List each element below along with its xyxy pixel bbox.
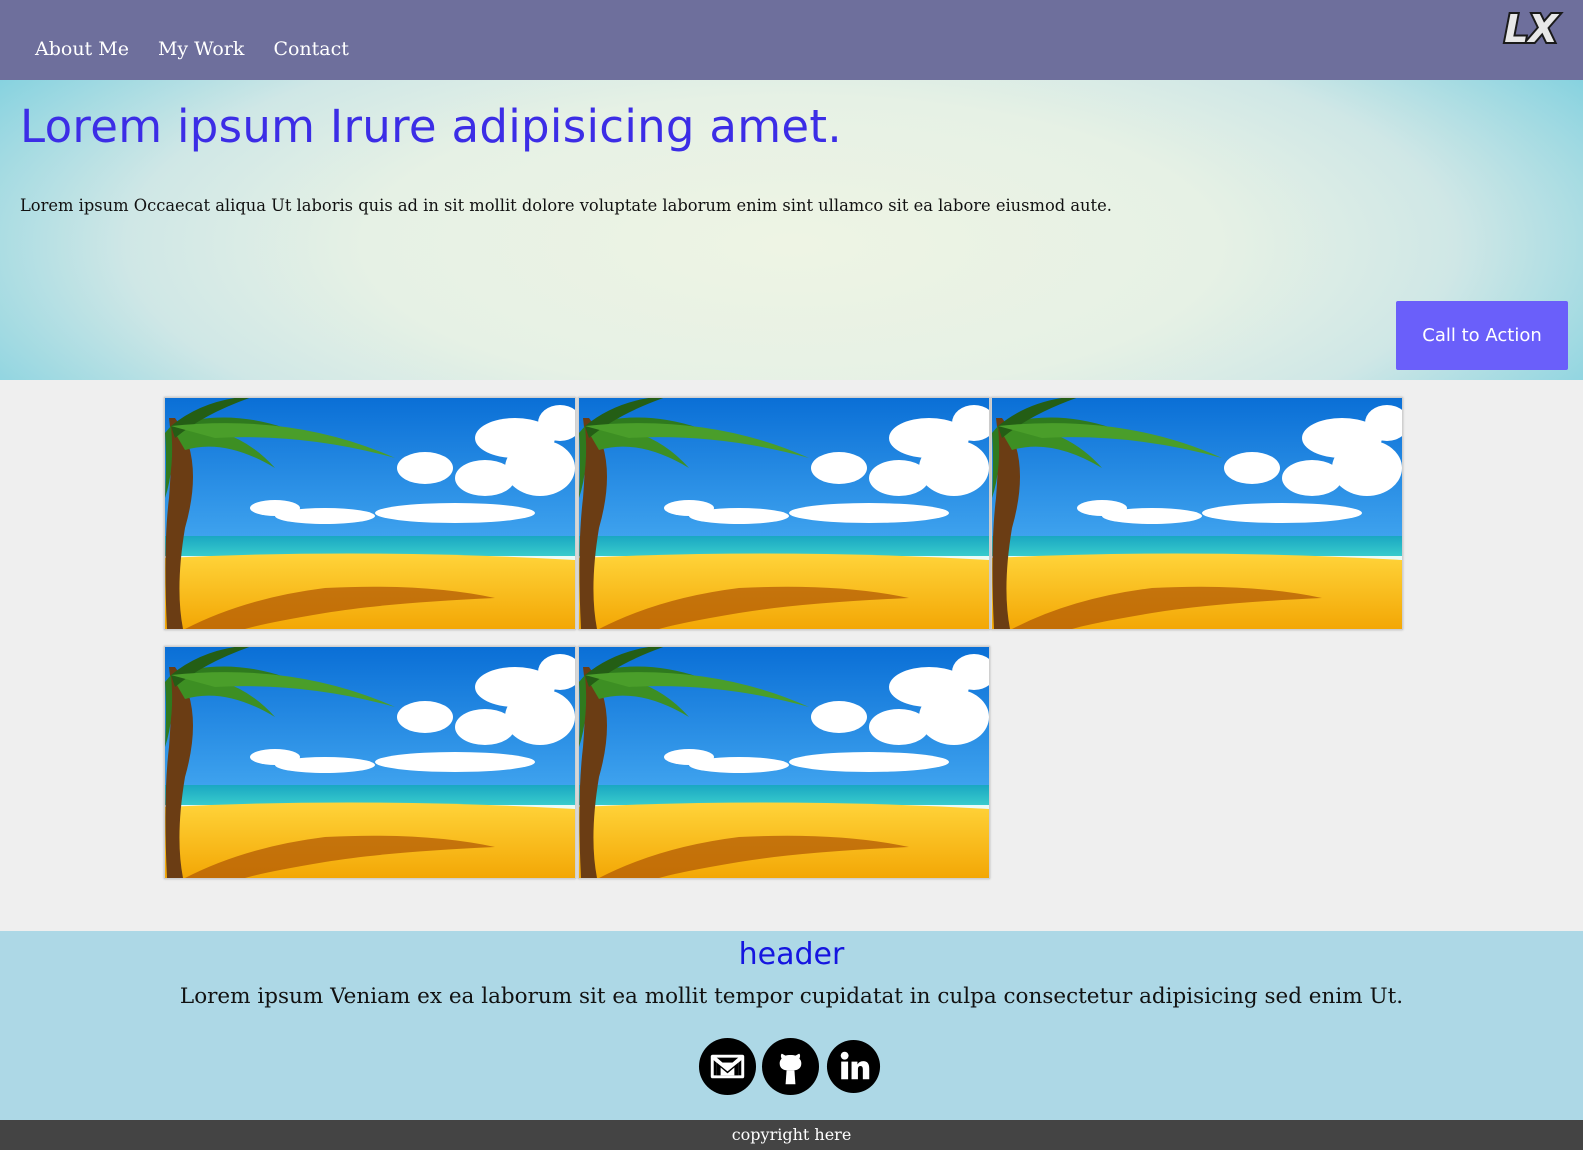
- footer-header: header: [738, 937, 845, 972]
- footer-text: Lorem ipsum Veniam ex ea laborum sit ea …: [179, 984, 1404, 1009]
- svg-text:LX: LX: [1504, 9, 1559, 51]
- nav-link-contact[interactable]: Contact: [273, 38, 348, 60]
- nav-links: About Me My Work Contact: [35, 38, 378, 60]
- hero-text: Lorem ipsum Occaecat aliqua Ut laboris q…: [20, 196, 1112, 215]
- gallery-image-beach[interactable]: [164, 397, 576, 630]
- hero-title: Lorem ipsum Irure adipisicing amet.: [20, 100, 842, 153]
- lx-logo[interactable]: LX: [1485, 9, 1577, 51]
- gallery-image-beach[interactable]: [164, 646, 576, 879]
- hero-section: Lorem ipsum Irure adipisicing amet. Lore…: [0, 80, 1583, 380]
- gallery-image-beach[interactable]: [578, 646, 990, 879]
- nav-link-about-me[interactable]: About Me: [35, 38, 129, 60]
- nav-link-my-work[interactable]: My Work: [158, 38, 245, 60]
- copyright-bar: copyright here: [0, 1120, 1583, 1150]
- gmail-icon[interactable]: [698, 1037, 757, 1096]
- gallery-image-beach[interactable]: [578, 397, 990, 630]
- call-to-action-button[interactable]: Call to Action: [1396, 301, 1568, 370]
- top-navigation: About Me My Work Contact LX: [0, 0, 1583, 80]
- linkedin-icon[interactable]: [824, 1037, 883, 1096]
- gallery-image-beach[interactable]: [991, 397, 1403, 630]
- social-links: [698, 1037, 883, 1096]
- copyright-text: copyright here: [731, 1125, 852, 1144]
- github-icon[interactable]: [761, 1037, 820, 1096]
- footer-section: header Lorem ipsum Veniam ex ea laborum …: [0, 931, 1583, 1120]
